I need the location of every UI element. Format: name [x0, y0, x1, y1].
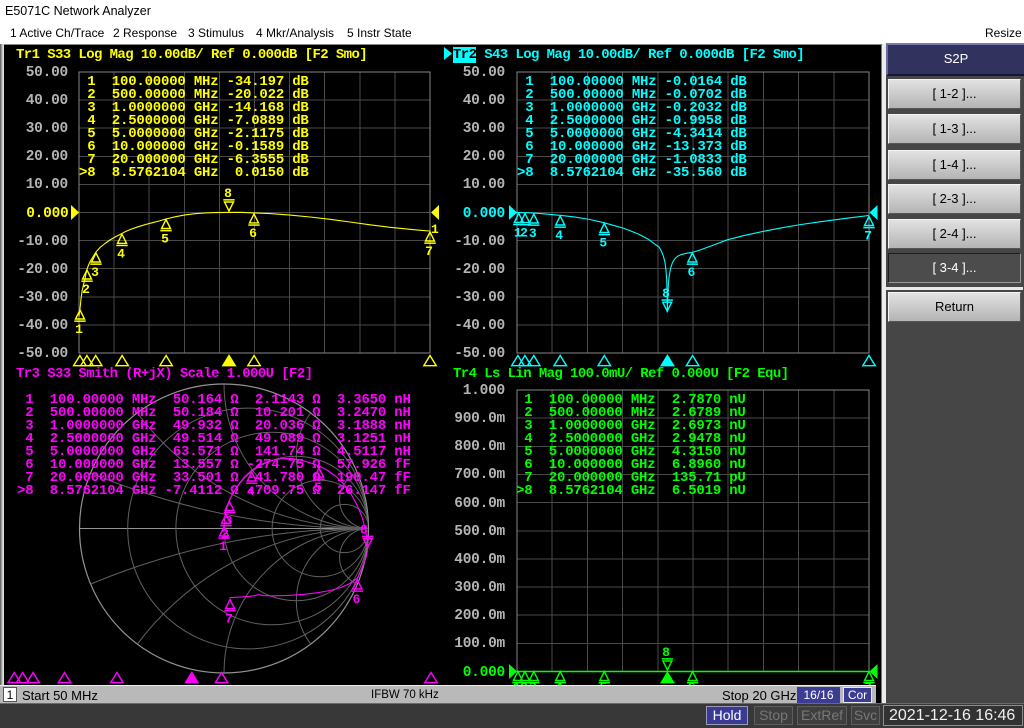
- svg-text:4: 4: [555, 228, 563, 243]
- svg-text:7: 7: [225, 612, 233, 627]
- svg-text:8: 8: [662, 286, 670, 301]
- svg-text:5: 5: [161, 232, 169, 247]
- svg-text:6: 6: [352, 592, 360, 607]
- svg-text:1: 1: [431, 222, 439, 237]
- svg-text:2: 2: [520, 226, 528, 241]
- svg-text:3: 3: [225, 514, 233, 529]
- svg-text:2: 2: [82, 282, 90, 297]
- svg-text:6: 6: [249, 226, 257, 241]
- svg-text:8: 8: [662, 645, 670, 660]
- svg-text:3: 3: [91, 265, 99, 280]
- svg-text:4: 4: [117, 246, 125, 261]
- svg-text:7: 7: [425, 244, 433, 259]
- svg-text:2: 2: [221, 527, 229, 542]
- svg-text:6: 6: [687, 265, 695, 280]
- svg-text:8: 8: [360, 523, 368, 538]
- svg-text:1: 1: [75, 322, 83, 337]
- svg-text:3: 3: [529, 226, 537, 241]
- svg-text:5: 5: [599, 236, 607, 251]
- svg-text:8: 8: [224, 186, 232, 201]
- svg-text:7: 7: [864, 229, 872, 244]
